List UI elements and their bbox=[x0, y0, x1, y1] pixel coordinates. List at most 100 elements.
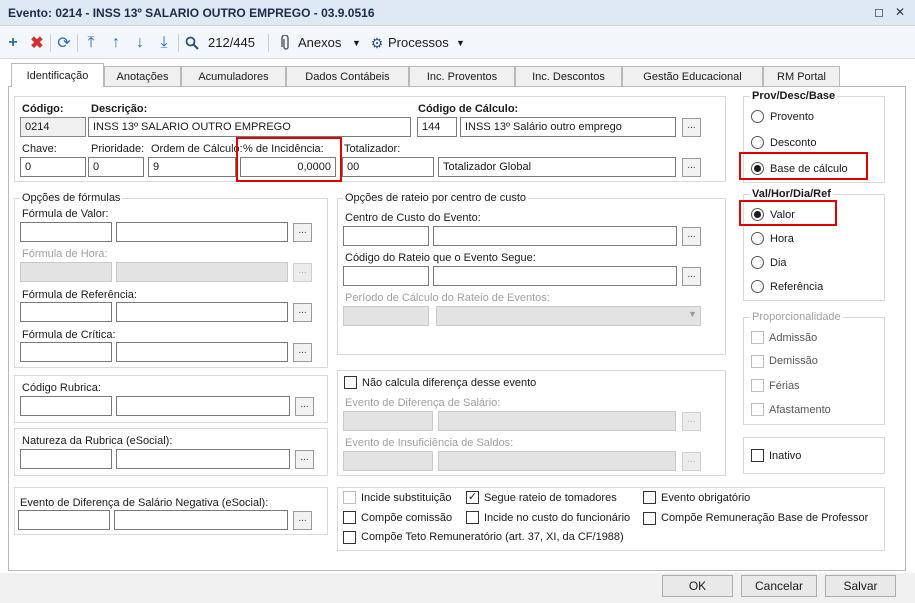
codigo-rateio-lookup-button[interactable]: ... bbox=[682, 267, 701, 286]
ok-button[interactable]: OK bbox=[662, 575, 733, 597]
chevron-down-icon[interactable]: ▼ bbox=[456, 38, 465, 48]
first-icon[interactable]: ⤒ bbox=[82, 32, 100, 54]
provento-radio[interactable] bbox=[751, 110, 764, 123]
formula-hora-lookup-button: ... bbox=[293, 263, 312, 282]
add-icon[interactable]: + bbox=[4, 32, 22, 54]
compoe-teto-checkbox[interactable] bbox=[343, 531, 356, 544]
anexos-menu[interactable]: Anexos bbox=[298, 35, 341, 50]
toolbar: + ✖ ⟳ ⤒ ↑ ↓ ⤓ 212/445 Anexos ▼ ⚙ Process… bbox=[0, 27, 915, 59]
natureza-rubrica-lookup-button[interactable]: ... bbox=[295, 450, 314, 469]
search-icon[interactable] bbox=[183, 32, 201, 54]
centro-custo-code-field[interactable] bbox=[343, 226, 429, 246]
separator bbox=[268, 34, 269, 52]
centro-custo-lookup-button[interactable]: ... bbox=[682, 227, 701, 246]
nao-calcula-checkbox[interactable] bbox=[344, 376, 357, 389]
tab-inc-proventos[interactable]: Inc. Proventos bbox=[409, 66, 515, 86]
formula-valor-code-field[interactable] bbox=[20, 222, 112, 242]
last-icon[interactable]: ⤓ bbox=[155, 32, 173, 54]
totalizador-desc-field[interactable]: Totalizador Global bbox=[438, 157, 676, 177]
tab-identificacao[interactable]: Identificação bbox=[11, 63, 104, 87]
tab-anotacoes[interactable]: Anotações bbox=[104, 66, 181, 86]
base-calculo-highlight bbox=[739, 152, 868, 180]
formula-critica-code-field[interactable] bbox=[20, 342, 112, 362]
admissao-label: Admissão bbox=[769, 332, 818, 344]
evento-insuficiencia-code-field bbox=[343, 451, 433, 471]
chevron-down-icon[interactable]: ▼ bbox=[352, 38, 361, 48]
formula-referencia-code-field[interactable] bbox=[20, 302, 112, 322]
previous-icon[interactable]: ↑ bbox=[107, 32, 125, 54]
desconto-radio[interactable] bbox=[751, 136, 764, 149]
provento-label: Provento bbox=[770, 111, 815, 123]
compoe-remuneracao-label: Compõe Remuneração Base de Professor bbox=[661, 512, 869, 524]
chave-field[interactable]: 0 bbox=[20, 157, 86, 177]
formula-referencia-label: Fórmula de Referência: bbox=[22, 289, 137, 301]
formula-referencia-lookup-button[interactable]: ... bbox=[293, 303, 312, 322]
codigo-calculo-desc-field[interactable]: INSS 13º Salário outro emprego bbox=[460, 117, 676, 137]
evento-insuficiencia-lookup-button: ... bbox=[682, 452, 701, 471]
incide-substituicao-label: Incide substituição bbox=[361, 492, 452, 504]
hora-radio[interactable] bbox=[751, 232, 764, 245]
cancel-button[interactable]: Cancelar bbox=[741, 575, 817, 597]
incide-substituicao-checkbox[interactable] bbox=[343, 491, 356, 504]
evento-insuficiencia-label: Evento de Insuficiência de Saldos: bbox=[345, 437, 514, 449]
evento-negativa-lookup-button[interactable]: ... bbox=[293, 511, 312, 530]
inativo-group bbox=[743, 437, 885, 474]
descricao-label: Descrição: bbox=[91, 103, 148, 115]
codigo-rubrica-desc-field[interactable] bbox=[116, 396, 290, 416]
evento-negativa-desc-field[interactable] bbox=[114, 510, 288, 530]
evento-diferenca-label: Evento de Diferença de Salário: bbox=[345, 397, 501, 409]
codigo-rubrica-code-field[interactable] bbox=[20, 396, 112, 416]
evento-negativa-code-field[interactable] bbox=[18, 510, 110, 530]
dia-label: Dia bbox=[770, 257, 787, 269]
delete-icon[interactable]: ✖ bbox=[28, 32, 46, 54]
referencia-radio[interactable] bbox=[751, 280, 764, 293]
codigo-rubrica-label: Código Rubrica: bbox=[22, 382, 101, 394]
formula-critica-desc-field[interactable] bbox=[116, 342, 288, 362]
totalizador-lookup-button[interactable]: ... bbox=[682, 158, 701, 177]
compoe-remuneracao-checkbox[interactable] bbox=[643, 512, 656, 525]
compoe-comissao-checkbox[interactable] bbox=[343, 511, 356, 524]
centro-custo-desc-field[interactable] bbox=[433, 226, 677, 246]
formula-referencia-desc-field[interactable] bbox=[116, 302, 288, 322]
inativo-checkbox[interactable] bbox=[751, 449, 764, 462]
periodo-rateio-field bbox=[343, 306, 429, 326]
restore-icon[interactable]: ◻ bbox=[874, 5, 884, 19]
segue-rateio-label: Segue rateio de tomadores bbox=[484, 492, 617, 504]
codigo-rateio-desc-field[interactable] bbox=[433, 266, 677, 286]
tab-dados-contabeis[interactable]: Dados Contábeis bbox=[286, 66, 409, 86]
natureza-rubrica-desc-field[interactable] bbox=[116, 449, 290, 469]
separator bbox=[77, 34, 78, 52]
natureza-rubrica-code-field[interactable] bbox=[20, 449, 112, 469]
formula-valor-desc-field[interactable] bbox=[116, 222, 288, 242]
tab-acumuladores[interactable]: Acumuladores bbox=[181, 66, 286, 86]
incide-custo-checkbox[interactable] bbox=[466, 511, 479, 524]
codigo-rubrica-lookup-button[interactable]: ... bbox=[295, 397, 314, 416]
next-icon[interactable]: ↓ bbox=[131, 32, 149, 54]
evento-obrigatorio-label: Evento obrigatório bbox=[661, 492, 751, 504]
evento-diferenca-desc-field bbox=[438, 411, 676, 431]
codigo-field[interactable]: 0214 bbox=[20, 117, 86, 137]
totalizador-code-field[interactable]: 00 bbox=[342, 157, 434, 177]
codigo-rateio-code-field[interactable] bbox=[343, 266, 429, 286]
codigo-calculo-code-field[interactable]: 144 bbox=[417, 117, 457, 137]
tab-gestao-educacional[interactable]: Gestão Educacional bbox=[622, 66, 763, 86]
close-icon[interactable]: ✕ bbox=[895, 5, 905, 19]
evento-obrigatorio-checkbox[interactable] bbox=[643, 491, 656, 504]
ordem-calculo-field[interactable]: 9 bbox=[148, 157, 236, 177]
formula-critica-lookup-button[interactable]: ... bbox=[293, 343, 312, 362]
formula-valor-lookup-button[interactable]: ... bbox=[293, 223, 312, 242]
save-button[interactable]: Salvar bbox=[825, 575, 896, 597]
incide-custo-label: Incide no custo do funcionário bbox=[484, 512, 631, 524]
natureza-rubrica-label: Natureza da Rubrica (eSocial): bbox=[22, 435, 173, 447]
processos-menu[interactable]: Processos bbox=[388, 35, 449, 50]
tab-rm-portal[interactable]: RM Portal bbox=[763, 66, 840, 86]
prioridade-field[interactable]: 0 bbox=[88, 157, 144, 177]
tab-inc-descontos[interactable]: Inc. Descontos bbox=[515, 66, 622, 86]
refresh-icon[interactable]: ⟳ bbox=[55, 32, 73, 54]
descricao-field[interactable]: INSS 13º SALARIO OUTRO EMPREGO bbox=[88, 117, 411, 137]
prioridade-label: Prioridade: bbox=[91, 143, 145, 155]
dia-radio[interactable] bbox=[751, 256, 764, 269]
demissao-label: Demissão bbox=[769, 355, 818, 367]
codigo-calculo-lookup-button[interactable]: ... bbox=[682, 118, 701, 137]
segue-rateio-checkbox[interactable]: ✓ bbox=[466, 491, 479, 504]
